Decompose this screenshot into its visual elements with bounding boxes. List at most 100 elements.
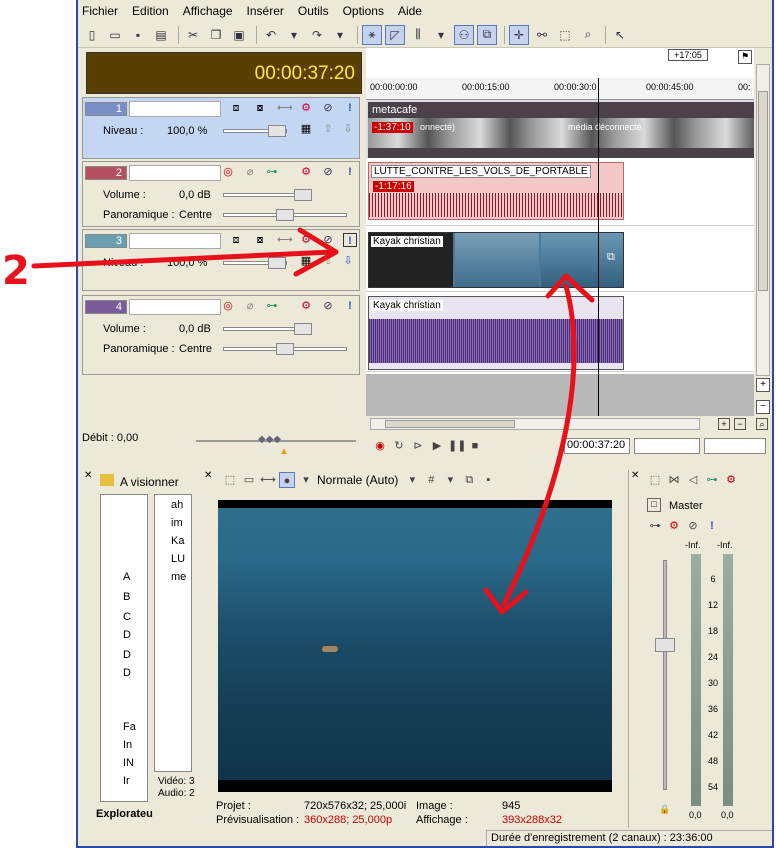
pan-slider[interactable] bbox=[223, 343, 347, 355]
track-lane-3[interactable]: Kayak christian ⧉ bbox=[366, 228, 754, 292]
compositing-icon[interactable]: ⧇ bbox=[253, 101, 267, 115]
copy-snapshot-icon[interactable]: ⧉ bbox=[461, 472, 477, 488]
tree-item[interactable]: D bbox=[123, 629, 131, 641]
explorer-tab[interactable]: Explorateu bbox=[96, 808, 153, 820]
redo-dropdown-icon[interactable]: ▾ bbox=[330, 25, 350, 45]
volume-slider[interactable] bbox=[223, 323, 312, 335]
master-fader-track[interactable] bbox=[663, 560, 667, 790]
menu-outils[interactable]: Outils bbox=[298, 4, 329, 18]
record-icon[interactable]: ◉ bbox=[372, 438, 388, 454]
bus-icon[interactable]: ⊶ bbox=[647, 518, 663, 534]
split-screen-icon[interactable]: ⟷ bbox=[260, 472, 276, 488]
tree-item[interactable]: In bbox=[123, 739, 132, 751]
snap-icon[interactable]: ⚹ bbox=[362, 24, 382, 45]
fx-icon[interactable]: ⚙ bbox=[299, 233, 313, 247]
phase-icon[interactable]: ⌀ bbox=[243, 299, 257, 313]
make-parent-icon[interactable]: ⇧ bbox=[321, 122, 335, 136]
auto-crossfade-icon[interactable]: ◸ bbox=[385, 24, 405, 45]
audio-clip-lutte[interactable]: LUTTE_CONTRE_LES_VOLS_DE_PORTABLE -1:17:… bbox=[368, 162, 624, 220]
pan-slider[interactable] bbox=[223, 209, 347, 221]
composite-mode-icon[interactable]: ▦ bbox=[299, 254, 313, 268]
lock-envelopes-icon[interactable]: ⚇ bbox=[454, 24, 474, 45]
tree-item[interactable]: A bbox=[123, 571, 130, 583]
pause-icon[interactable]: ❚❚ bbox=[448, 438, 466, 454]
marker-bar[interactable]: +17:05 ⚑ bbox=[366, 48, 754, 78]
mute-icon[interactable]: ⊘ bbox=[685, 518, 701, 534]
tree-item[interactable]: D bbox=[123, 649, 131, 661]
timeline-vertical-scrollbar[interactable] bbox=[756, 64, 770, 376]
close-panel-icon[interactable]: ✕ bbox=[84, 470, 92, 481]
copy-icon[interactable]: ❐ bbox=[206, 25, 226, 45]
bus-icon[interactable]: ⊶ bbox=[265, 165, 279, 179]
level-slider[interactable] bbox=[223, 257, 287, 269]
record-arm-icon[interactable]: ◎ bbox=[221, 299, 235, 313]
overlays-icon[interactable]: # bbox=[423, 472, 439, 488]
help-pointer-icon[interactable]: ↖ bbox=[610, 25, 630, 45]
mixer-properties-icon[interactable]: ⬚ bbox=[647, 472, 663, 488]
selection-tool-icon[interactable]: ⬚ bbox=[555, 25, 575, 45]
make-child-icon[interactable]: ⇩ bbox=[341, 122, 355, 136]
empty-track-area[interactable] bbox=[366, 374, 754, 416]
scroll-thumb[interactable] bbox=[385, 420, 515, 428]
master-checkbox[interactable]: □ bbox=[647, 498, 661, 512]
cut-icon[interactable]: ✂ bbox=[183, 25, 203, 45]
redo-icon[interactable]: ↷ bbox=[307, 25, 327, 45]
menu-edition[interactable]: Edition bbox=[132, 4, 169, 18]
track-name-field[interactable] bbox=[129, 233, 221, 249]
ripple-edit-icon[interactable]: ⫼ bbox=[408, 25, 428, 45]
new-file-icon[interactable]: ▯ bbox=[82, 25, 102, 45]
fx-icon[interactable]: ⚙ bbox=[299, 299, 313, 313]
explorer-path[interactable]: A visionner bbox=[120, 475, 179, 489]
video-clip-metacafe[interactable]: metacafe -1:37:10 onnecté) média déconne… bbox=[368, 102, 754, 158]
track-header-4[interactable]: 4 ◎ ⌀ ⊶ ⚙ ⊘ ! Volume : 0,0 dB Panoramiqu… bbox=[82, 295, 360, 375]
playhead-cursor[interactable] bbox=[598, 78, 599, 416]
tree-item[interactable]: IN bbox=[123, 757, 134, 769]
zoom-in-horizontal-icon[interactable]: + bbox=[718, 418, 730, 430]
menu-affichage[interactable]: Affichage bbox=[183, 4, 233, 18]
solo-icon[interactable]: ! bbox=[343, 233, 357, 247]
close-panel-icon[interactable]: ✕ bbox=[204, 470, 212, 481]
insert-fx-icon[interactable]: ⚙ bbox=[723, 472, 739, 488]
downmix-icon[interactable]: ⋈ bbox=[666, 472, 682, 488]
preview-quality[interactable]: Normale (Auto) bbox=[317, 473, 398, 487]
volume-slider[interactable] bbox=[223, 189, 312, 201]
lock-icon[interactable]: 🔒 bbox=[659, 804, 670, 815]
quality-dropdown-icon[interactable]: ▾ bbox=[298, 472, 314, 488]
bus-icon[interactable]: ⊶ bbox=[265, 299, 279, 313]
zoom-in-vertical-icon[interactable]: + bbox=[756, 378, 770, 392]
open-folder-icon[interactable]: ▭ bbox=[105, 25, 125, 45]
dim-output-icon[interactable]: ◁ bbox=[685, 472, 701, 488]
envelope-tool-icon[interactable]: ⚯ bbox=[532, 25, 552, 45]
file-item[interactable]: ah bbox=[171, 499, 183, 511]
ignore-grouping-icon[interactable]: ⧉ bbox=[477, 24, 497, 45]
folder-tree[interactable]: A B C D D D Fa In IN Ir bbox=[100, 494, 148, 802]
file-item[interactable]: LU bbox=[171, 553, 185, 565]
save-snapshot-icon[interactable]: ▪ bbox=[480, 472, 496, 488]
composite-mode-icon[interactable]: ▦ bbox=[299, 122, 313, 136]
slider-knob[interactable] bbox=[268, 125, 286, 137]
solo-icon[interactable]: ! bbox=[343, 101, 357, 115]
zoom-out-vertical-icon[interactable]: − bbox=[756, 400, 770, 414]
file-item[interactable]: Ka bbox=[171, 535, 184, 547]
normal-edit-tool-icon[interactable]: ✛ bbox=[509, 24, 529, 45]
track-name-field[interactable] bbox=[129, 165, 221, 181]
mute-icon[interactable]: ⊘ bbox=[321, 299, 335, 313]
video-clip-kayak[interactable]: Kayak christian ⧉ bbox=[368, 232, 624, 288]
phase-icon[interactable]: ⌀ bbox=[243, 165, 257, 179]
record-arm-icon[interactable]: ◎ bbox=[221, 165, 235, 179]
fx-icon[interactable]: ⚙ bbox=[666, 518, 682, 534]
track-name-field[interactable] bbox=[129, 101, 221, 117]
tree-item[interactable]: D bbox=[123, 667, 131, 679]
scroll-thumb[interactable] bbox=[758, 91, 768, 291]
paste-icon[interactable]: ▣ bbox=[229, 25, 249, 45]
solo-icon[interactable]: ! bbox=[343, 165, 357, 179]
play-from-start-icon[interactable]: ⊳ bbox=[410, 438, 426, 454]
track-header-3[interactable]: 3 ⧈ ⧇ ⟷ ⚙ ⊘ ! Niveau : 100,0 % ▦ ⇧ ⇩ bbox=[82, 229, 360, 291]
rate-knob-icon[interactable]: ◆◆◆ bbox=[258, 434, 281, 445]
menu-aide[interactable]: Aide bbox=[398, 4, 422, 18]
master-fader-knob[interactable] bbox=[655, 638, 675, 652]
insert-bus-icon[interactable]: ⊶ bbox=[704, 472, 720, 488]
solo-icon[interactable]: ! bbox=[343, 299, 357, 313]
pan-crop-icon[interactable]: ⧉ bbox=[607, 251, 615, 264]
mute-icon[interactable]: ⊘ bbox=[321, 101, 335, 115]
